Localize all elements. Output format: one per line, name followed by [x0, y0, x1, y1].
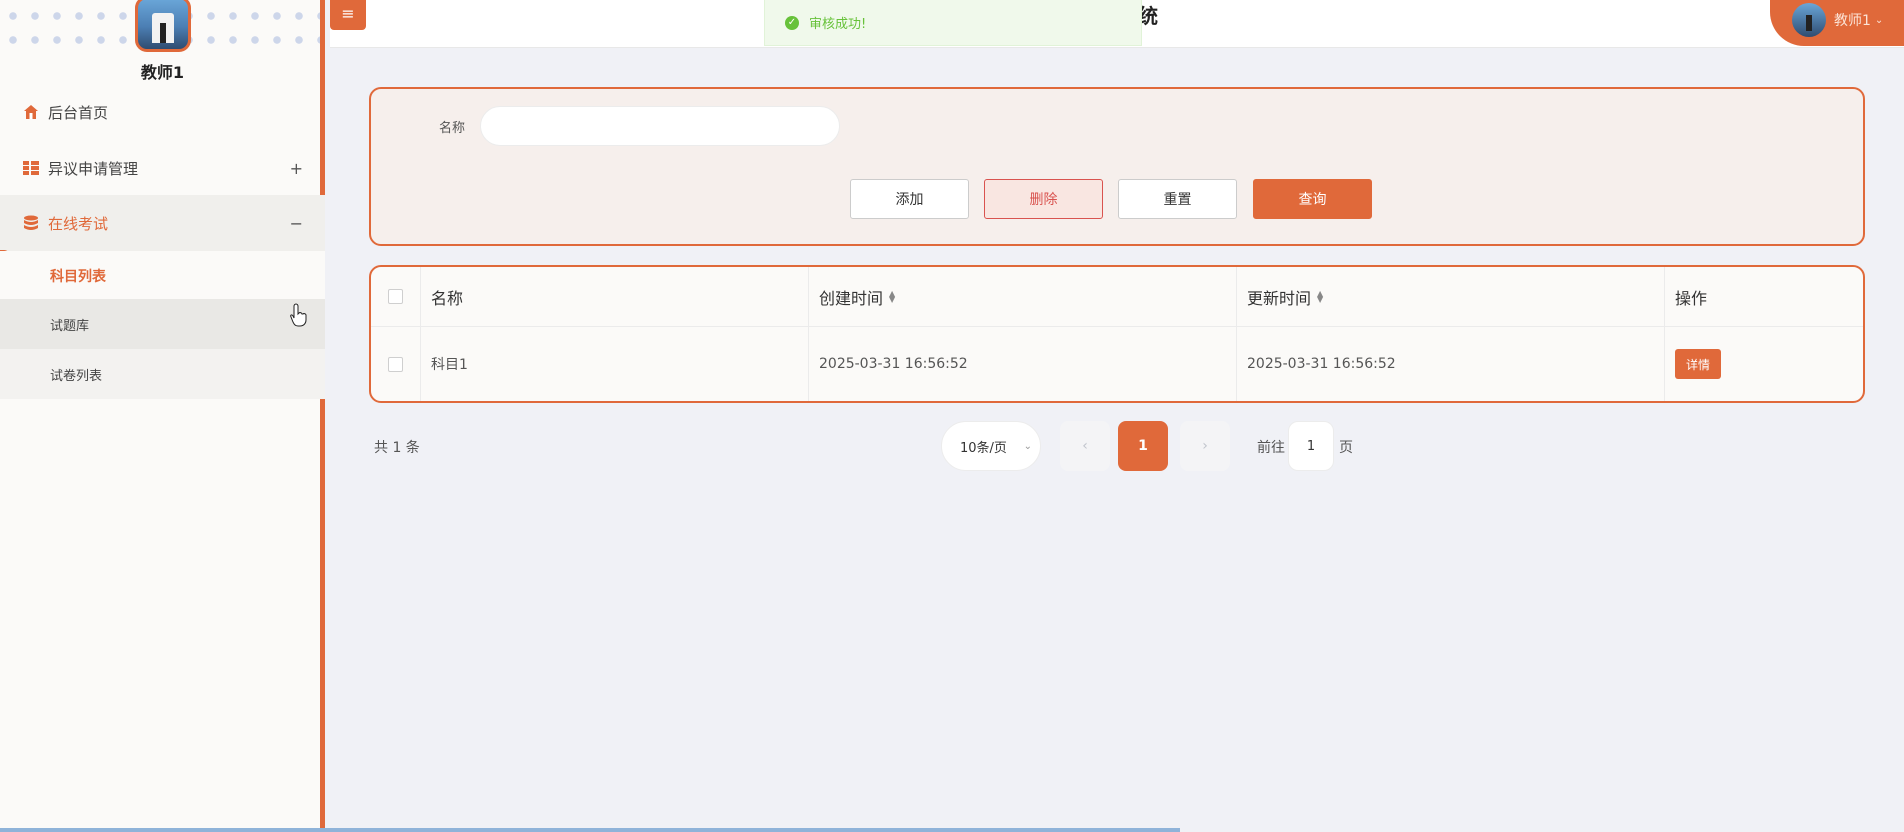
sidebar-item-label: 在线考试 [48, 214, 109, 233]
chevron-left-icon: ‹ [1082, 438, 1088, 454]
sidebar-username: 教师1 [140, 63, 185, 82]
goto-page-input[interactable] [1288, 421, 1334, 471]
data-table: 名称 创建时间 ▲ ▼ 更新时间 ▲ ▼ 操作 科目1 2025-03-31 16:… [369, 265, 1865, 403]
home-icon [22, 103, 40, 121]
select-all-checkbox[interactable] [388, 289, 403, 304]
hamburger-icon: ≡ [341, 3, 355, 23]
grid-icon [22, 159, 40, 177]
name-search-input[interactable] [480, 106, 840, 146]
total-count: 共 1 条 [374, 440, 420, 456]
collapse-icon[interactable]: − [290, 214, 303, 233]
search-panel: 名称 添加 删除 重置 查询 [369, 87, 1865, 246]
sidebar-item-online-exam[interactable]: 在线考试 − [0, 195, 325, 251]
table-header-row: 名称 创建时间 ▲ ▼ 更新时间 ▲ ▼ 操作 [371, 267, 1863, 327]
sidebar: 教师1 后台首页 异议申请管理 + 在线考试 − 科目列表 试题库 试卷列表 [0, 0, 325, 832]
column-header-label: 更新时间 [1247, 288, 1312, 308]
column-header-label: 创建时间 [819, 288, 884, 308]
cell-updated: 2025-03-31 16:56:52 [1237, 327, 1665, 401]
goto-label: 前往 [1257, 440, 1285, 456]
menu-toggle-button[interactable]: ≡ [330, 0, 366, 30]
sort-icon[interactable]: ▲ ▼ [1317, 289, 1323, 303]
sidebar-item-label: 异议申请管理 [48, 159, 139, 178]
mouse-cursor-icon [290, 303, 307, 327]
expand-icon[interactable]: + [290, 159, 303, 178]
prev-page-button[interactable]: ‹ [1060, 421, 1110, 471]
add-button[interactable]: 添加 [850, 179, 969, 219]
avatar [1792, 3, 1826, 37]
check-circle-icon: ✓ [785, 15, 799, 30]
page-number-button[interactable]: 1 [1118, 421, 1168, 471]
detail-button[interactable]: 详情 [1675, 349, 1721, 379]
sidebar-subitem-paper-list[interactable]: 试卷列表 [0, 349, 325, 399]
next-page-button[interactable]: › [1180, 421, 1230, 471]
goto-suffix: 页 [1339, 440, 1353, 456]
table-row: 科目1 2025-03-31 16:56:52 2025-03-31 16:56… [371, 327, 1863, 401]
sidebar-subitem-subject-list[interactable]: 科目列表 [0, 251, 325, 301]
sidebar-subitem-label: 试题库 [50, 318, 90, 334]
column-header-updated[interactable]: 更新时间 ▲ ▼ [1237, 267, 1665, 326]
page-size-select[interactable]: 10条/页 ⌄ [941, 421, 1041, 471]
page-size-value: 10条/页 [960, 440, 1007, 456]
sidebar-subitem-question-bank[interactable]: 试题库 [0, 299, 325, 349]
chevron-down-icon: ⌄ [1023, 440, 1032, 452]
sidebar-item-home[interactable]: 后台首页 [0, 84, 325, 140]
cell-name: 科目1 [421, 327, 809, 401]
search-label: 名称 [439, 121, 466, 136]
sidebar-avatar [135, 0, 191, 52]
sidebar-item-label: 后台首页 [48, 103, 109, 122]
cell-actions: 详情 [1665, 327, 1863, 401]
sort-icon[interactable]: ▲ ▼ [889, 289, 895, 303]
sidebar-subitem-label: 科目列表 [50, 269, 106, 285]
row-checkbox-cell [371, 327, 421, 401]
query-button[interactable]: 查询 [1253, 179, 1372, 219]
database-icon [22, 214, 40, 232]
column-header-actions: 操作 [1675, 288, 1708, 308]
header-checkbox-cell [371, 267, 421, 326]
row-checkbox[interactable] [388, 356, 403, 372]
column-header-created[interactable]: 创建时间 ▲ ▼ [809, 267, 1237, 326]
chevron-down-icon: ⌄ [1874, 14, 1884, 26]
sidebar-item-objection-management[interactable]: 异议申请管理 + [0, 140, 325, 196]
toast-message: 审核成功! [809, 17, 867, 32]
success-toast: ✓ 审核成功! [764, 0, 1142, 46]
user-menu[interactable]: 教师1 ⌄ [1770, 0, 1904, 46]
cell-created: 2025-03-31 16:56:52 [809, 327, 1237, 401]
delete-button[interactable]: 删除 [984, 179, 1103, 219]
column-header-name: 名称 [421, 267, 809, 326]
chevron-right-icon: › [1202, 438, 1208, 454]
user-name: 教师1 [1834, 13, 1871, 29]
sidebar-subitem-label: 试卷列表 [50, 368, 103, 384]
reset-button[interactable]: 重置 [1118, 179, 1237, 219]
bottom-scroll-indicator [0, 828, 1180, 832]
